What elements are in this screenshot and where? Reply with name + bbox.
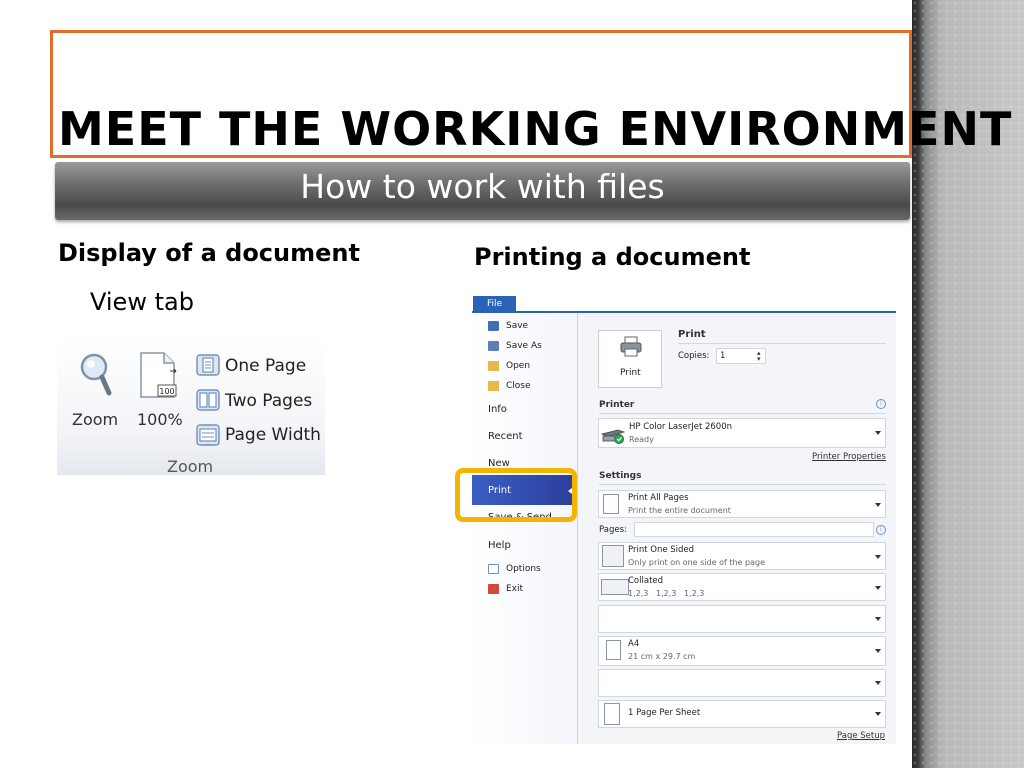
chevron-down-icon[interactable] — [875, 712, 881, 716]
backstage-menu — [472, 313, 578, 744]
chevron-down-icon[interactable] — [875, 431, 881, 435]
orientation-dropdown[interactable] — [598, 605, 886, 633]
zoom-button[interactable]: Zoom — [72, 410, 118, 429]
two-pages-icon[interactable] — [196, 389, 220, 411]
copies-value: 1 — [720, 351, 726, 361]
chevron-down-icon[interactable] — [875, 503, 881, 507]
printer-ready-icon — [600, 429, 626, 444]
chevron-down-icon[interactable] — [875, 681, 881, 685]
print-all-pages-sub: Print the entire document — [628, 506, 731, 515]
collated: Collated — [628, 576, 664, 586]
menu-save-as[interactable]: Save As — [506, 341, 542, 351]
exit-icon — [488, 584, 499, 594]
pages-label: Pages: — [599, 525, 627, 535]
menu-open[interactable]: Open — [506, 361, 530, 371]
one-sided-icon — [602, 545, 624, 567]
copies-label: Copies: — [678, 351, 710, 361]
paper-icon — [606, 640, 621, 660]
chevron-down-icon[interactable] — [875, 649, 881, 653]
divider — [599, 413, 886, 414]
options-icon — [488, 564, 499, 574]
print-button-label[interactable]: Print — [620, 368, 641, 378]
pages-icon — [603, 494, 619, 514]
pages-per-sheet: 1 Page Per Sheet — [628, 708, 701, 718]
menu-info[interactable]: Info — [488, 404, 507, 415]
printer-name: HP Color LaserJet 2600n — [629, 422, 733, 432]
close-folder-icon — [488, 381, 499, 391]
menu-recent[interactable]: Recent — [488, 431, 523, 442]
print-panel-title: Print — [678, 329, 706, 340]
percent-icon-text: 100 — [159, 387, 174, 396]
paper-size-dropdown[interactable] — [598, 636, 886, 666]
info-icon[interactable]: i — [876, 525, 886, 535]
printer-properties-link[interactable]: Printer Properties — [812, 452, 886, 462]
print-highlight — [455, 468, 577, 522]
pages-input[interactable] — [634, 522, 874, 537]
magnifier-icon[interactable] — [78, 352, 114, 398]
page-setup-link[interactable]: Page Setup — [837, 731, 885, 741]
paper-size: A4 — [628, 639, 640, 649]
menu-help[interactable]: Help — [488, 540, 511, 551]
info-icon[interactable]: i — [876, 399, 886, 409]
copies-spinner-icon[interactable]: ▴ ▾ — [757, 350, 761, 363]
left-section-heading: Display of a document — [58, 239, 360, 267]
printer-icon — [620, 336, 642, 357]
chevron-down-icon[interactable] — [875, 617, 881, 621]
printer-status: Ready — [629, 435, 654, 444]
print-one-sided: Print One Sided — [628, 545, 695, 555]
paper-size-sub: 21 cm x 29.7 cm — [628, 652, 696, 661]
page-100-icon[interactable]: 100 — [138, 351, 180, 401]
chevron-down-icon[interactable] — [875, 555, 881, 559]
page-subtitle: How to work with files — [300, 167, 665, 206]
zoom-100-button[interactable]: 100% — [137, 410, 183, 429]
divider — [678, 343, 886, 344]
save-as-icon — [488, 341, 499, 351]
save-icon — [488, 321, 499, 331]
print-all-pages: Print All Pages — [628, 493, 689, 503]
two-pages-button[interactable]: Two Pages — [225, 391, 312, 411]
collated-icon — [601, 579, 629, 595]
menu-close[interactable]: Close — [506, 381, 531, 391]
page-title: MEET THE WORKING ENVIRONMENT — [58, 102, 1013, 156]
printer-section-title: Printer — [599, 400, 635, 410]
open-folder-icon — [488, 361, 499, 371]
settings-section-title: Settings — [599, 471, 642, 481]
page-width-icon[interactable] — [196, 424, 220, 446]
page-width-button[interactable]: Page Width — [225, 425, 321, 445]
menu-options[interactable]: Options — [506, 564, 541, 574]
file-tab[interactable]: File — [473, 296, 516, 313]
margins-dropdown[interactable] — [598, 669, 886, 697]
print-one-sided-sub: Only print on one side of the page — [628, 558, 765, 567]
one-page-button[interactable]: One Page — [225, 356, 306, 376]
menu-exit[interactable]: Exit — [506, 584, 523, 594]
one-page-icon[interactable] — [196, 354, 220, 376]
collated-sub: 1,2,3 1,2,3 1,2,3 — [628, 589, 705, 598]
right-section-heading: Printing a document — [474, 243, 751, 271]
menu-save[interactable]: Save — [506, 321, 528, 331]
view-tab-caption: View tab — [90, 288, 194, 316]
chevron-down-icon[interactable] — [875, 586, 881, 590]
sheet-icon — [604, 703, 620, 725]
zoom-group-label: Zoom — [167, 457, 214, 476]
divider — [599, 484, 886, 485]
